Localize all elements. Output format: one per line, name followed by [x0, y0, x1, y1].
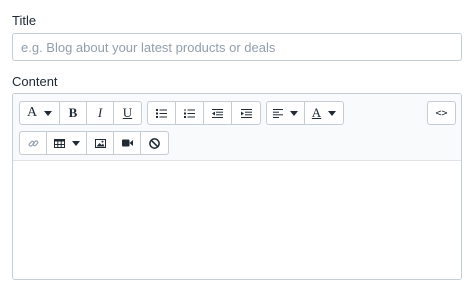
clear-formatting-icon [149, 137, 160, 149]
content-label: Content [12, 74, 58, 89]
underline-button[interactable]: U [114, 102, 141, 124]
italic-button[interactable]: I [87, 102, 114, 124]
text-style-group: A B I U [19, 101, 142, 125]
italic-icon: I [97, 105, 103, 120]
rich-text-editor: A B I U A <> [12, 93, 462, 280]
insert-video-button[interactable] [114, 132, 141, 154]
indent-button[interactable] [232, 102, 260, 124]
numbered-list-icon [184, 108, 195, 118]
outdent-icon [212, 108, 223, 118]
title-label: Title [12, 13, 37, 28]
insert-group [19, 131, 169, 155]
indent-icon [240, 108, 252, 118]
list-group [147, 101, 261, 125]
chevron-down-icon [290, 110, 298, 116]
bold-button[interactable]: B [60, 102, 87, 124]
align-left-icon [273, 108, 283, 118]
font-dropdown-button[interactable]: A [20, 102, 60, 124]
outdent-button[interactable] [204, 102, 232, 124]
editor-toolbar: A B I U A <> [13, 94, 461, 161]
chevron-down-icon [328, 110, 337, 116]
link-icon [28, 139, 38, 147]
image-icon [94, 138, 106, 148]
font-family-icon: A [26, 105, 38, 120]
text-color-icon: A [311, 105, 322, 120]
code-icon: <> [435, 107, 448, 119]
content-editable-area[interactable] [13, 162, 461, 279]
link-button[interactable] [20, 132, 47, 154]
align-dropdown-button[interactable] [267, 102, 305, 124]
alignment-color-group: A [266, 101, 344, 125]
bold-icon: B [68, 105, 78, 120]
chevron-down-icon [71, 140, 80, 146]
bulleted-list-icon [156, 108, 167, 118]
bulleted-list-button[interactable] [148, 102, 176, 124]
chevron-down-icon [44, 110, 53, 116]
insert-image-button[interactable] [87, 132, 114, 154]
table-icon [53, 138, 65, 148]
title-input[interactable] [12, 33, 462, 61]
source-code-button[interactable]: <> [428, 102, 455, 124]
table-dropdown-button[interactable] [47, 132, 87, 154]
numbered-list-button[interactable] [176, 102, 204, 124]
code-group: <> [427, 101, 456, 125]
clear-formatting-button[interactable] [141, 132, 168, 154]
video-icon [121, 139, 133, 147]
underline-icon: U [122, 105, 133, 120]
text-color-dropdown-button[interactable]: A [305, 102, 343, 124]
